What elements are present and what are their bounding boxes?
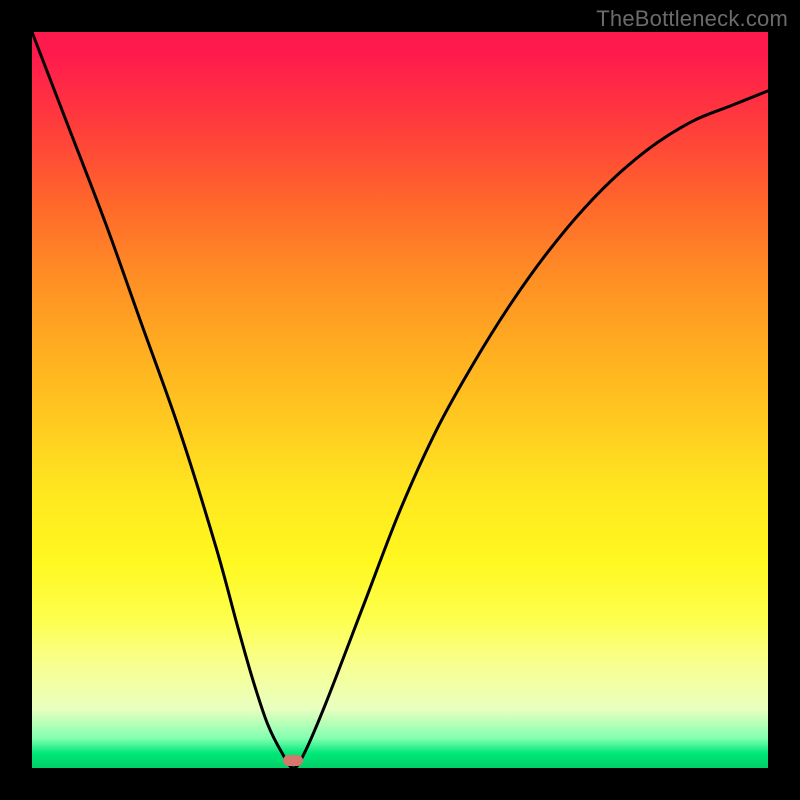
- optimal-marker: [283, 755, 303, 766]
- chart-frame: TheBottleneck.com: [0, 0, 800, 800]
- bottleneck-curve: [32, 32, 768, 768]
- curve-svg: [32, 32, 768, 768]
- watermark-text: TheBottleneck.com: [596, 6, 788, 32]
- plot-area: [32, 32, 768, 768]
